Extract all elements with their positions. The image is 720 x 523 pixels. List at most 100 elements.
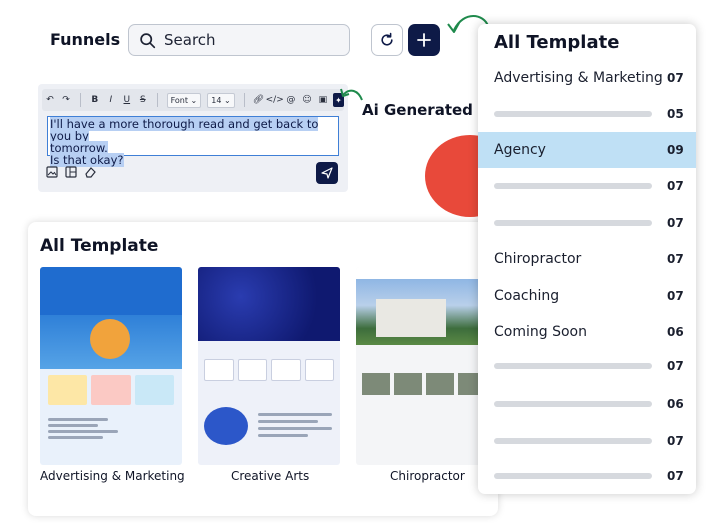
template-card-creative-arts[interactable]: [198, 267, 340, 465]
layout-icon[interactable]: [65, 166, 77, 178]
ai-generated-label: Ai Generated: [362, 101, 473, 119]
dropdown-item-count: 07: [667, 252, 684, 266]
editor-text-area[interactable]: I'll have a more thorough read and get b…: [47, 116, 339, 167]
dropdown-item-placeholder[interactable]: 07: [478, 205, 696, 241]
toolbar-divider: [243, 93, 245, 107]
card-features: [40, 369, 182, 411]
dropdown-title: All Template: [494, 32, 620, 53]
dropdown-item-placeholder[interactable]: 07: [478, 348, 696, 384]
toolbar-divider: [156, 93, 158, 107]
italic-icon[interactable]: I: [104, 92, 118, 108]
feature-box: [271, 359, 301, 381]
dropdown-item-placeholder[interactable]: 07: [478, 423, 696, 459]
send-icon: [321, 167, 333, 179]
search-placeholder: Search: [164, 31, 216, 49]
dropdown-item[interactable]: Chiropractor 07: [478, 241, 696, 277]
redo-icon[interactable]: ↷: [59, 92, 73, 108]
editor-text-line: Is that okay?: [50, 153, 124, 167]
send-button[interactable]: [316, 162, 338, 184]
dropdown-item-count: 07: [667, 179, 684, 193]
template-card-label: Creative Arts: [231, 469, 310, 483]
card-text-lines: [258, 409, 332, 441]
text-line: [258, 427, 332, 430]
dropdown-item[interactable]: Coaching 07: [478, 278, 696, 314]
dropdown-item-count: 07: [667, 359, 684, 373]
card-hero-image: [198, 267, 340, 341]
template-card-label: Advertising & Marketing: [40, 469, 185, 483]
page-title: Funnels: [50, 30, 121, 49]
text-line: [48, 436, 103, 439]
dropdown-item-placeholder[interactable]: 06: [478, 386, 696, 422]
dropdown-item-label: Agency: [494, 142, 546, 158]
card-header: [356, 267, 498, 279]
placeholder-bar: [494, 111, 652, 117]
dropdown-item-placeholder[interactable]: 05: [478, 96, 696, 132]
card-illustration: [204, 407, 248, 445]
template-category-dropdown: All Template Advertising & Marketing 07 05…: [478, 24, 696, 494]
plus-icon: [417, 33, 431, 47]
rich-text-editor: ↶ ↷ B I U S Font ⌄ 14 ⌄ 🔗︎ </> @ ☺ ▣ ✦ I…: [38, 84, 348, 192]
feature-box: [91, 375, 131, 405]
text-line: [258, 420, 318, 423]
thumbnail: [426, 373, 454, 395]
hero-figure: [90, 319, 130, 359]
feature-box: [237, 359, 267, 381]
placeholder-bar: [494, 220, 652, 226]
placeholder-bar: [494, 473, 652, 479]
dropdown-item[interactable]: Coming Soon 06: [478, 314, 696, 350]
section-heading: All Template: [40, 236, 159, 256]
card-text-lines: [40, 411, 182, 446]
size-select[interactable]: 14 ⌄: [207, 92, 235, 108]
text-line: [258, 434, 308, 437]
dropdown-item[interactable]: Advertising & Marketing 07: [478, 60, 696, 96]
dropdown-item-count: 07: [667, 71, 684, 85]
add-button[interactable]: [408, 24, 440, 56]
dropdown-item-placeholder[interactable]: 07: [478, 458, 696, 494]
template-card-label: Chiropractor: [390, 469, 465, 483]
bold-icon[interactable]: B: [88, 92, 102, 108]
dropdown-item-count: 05: [667, 107, 684, 121]
house-image: [376, 299, 446, 337]
placeholder-bar: [494, 401, 652, 407]
text-line: [48, 418, 108, 421]
toolbar-divider: [80, 93, 81, 107]
dropdown-item-label: Advertising & Marketing: [494, 70, 663, 86]
dropdown-item-count: 07: [667, 289, 684, 303]
image-icon[interactable]: [46, 166, 58, 178]
dropdown-item-count: 06: [667, 325, 684, 339]
card-features: [198, 341, 340, 387]
editor-text-line: I'll have a more thorough read and get b…: [50, 117, 319, 143]
card-hero-image: [356, 279, 498, 345]
underline-icon[interactable]: U: [120, 92, 134, 108]
dropdown-item-placeholder[interactable]: 07: [478, 168, 696, 204]
dropdown-item-label: Coming Soon: [494, 324, 587, 340]
mention-icon[interactable]: @: [284, 92, 298, 108]
text-line: [48, 424, 98, 427]
dropdown-item-count: 07: [667, 469, 684, 483]
eraser-icon[interactable]: [84, 166, 96, 178]
refresh-button[interactable]: [371, 24, 403, 56]
dropdown-item-label: Chiropractor: [494, 251, 582, 267]
search-input[interactable]: Search: [128, 24, 350, 56]
dropdown-item-count: 09: [667, 143, 684, 157]
feature-box: [304, 359, 334, 381]
card-thumbnails: [356, 345, 498, 399]
placeholder-bar: [494, 363, 652, 369]
feature-box: [204, 359, 234, 381]
template-card-chiropractor[interactable]: [356, 267, 498, 465]
link-icon[interactable]: 🔗︎: [252, 92, 266, 108]
placeholder-bar: [494, 183, 652, 189]
dropdown-item-count: 07: [667, 434, 684, 448]
dropdown-item[interactable]: Agency 09: [478, 132, 696, 168]
strikethrough-icon[interactable]: S: [136, 92, 150, 108]
undo-icon[interactable]: ↶: [43, 92, 57, 108]
emoji-icon[interactable]: ☺: [300, 92, 314, 108]
image-icon[interactable]: ▣: [316, 92, 330, 108]
size-select-value: 14: [211, 95, 222, 105]
template-card-advertising[interactable]: [40, 267, 182, 465]
font-select[interactable]: Font ⌄: [166, 92, 202, 108]
code-icon[interactable]: </>: [266, 92, 284, 108]
text-line: [48, 430, 118, 433]
card-header: [40, 267, 182, 315]
text-line: [258, 413, 332, 416]
